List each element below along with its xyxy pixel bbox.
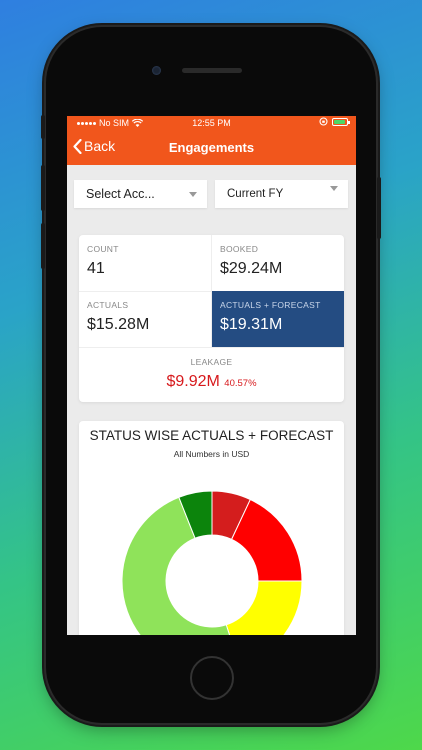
- earpiece-speaker: [182, 68, 242, 73]
- stat-booked[interactable]: BOOKED $29.24M: [212, 235, 344, 291]
- summary-card: COUNT 41 BOOKED $29.24M ACTUALS $15.28M …: [79, 235, 344, 402]
- stat-actuals-label: ACTUALS: [87, 300, 129, 310]
- app-screen: No SIM 12:55 PM Back Engagements Select …: [67, 116, 356, 635]
- volume-down-button: [41, 223, 45, 269]
- home-button[interactable]: [190, 656, 234, 700]
- stat-leakage[interactable]: LEAKAGE $9.92M 40.57%: [79, 357, 344, 391]
- power-button: [377, 177, 381, 239]
- stat-booked-value: $29.24M: [220, 260, 283, 277]
- orientation-lock-icon: [319, 117, 328, 126]
- donut-slice-3[interactable]: [225, 580, 303, 635]
- front-camera: [152, 66, 161, 75]
- status-chart-card: STATUS WISE ACTUALS + FORECAST All Numbe…: [79, 421, 344, 635]
- stat-leakage-percent: 40.57%: [224, 378, 257, 389]
- period-dropdown[interactable]: Current FY: [215, 180, 348, 208]
- stat-count-label: COUNT: [87, 244, 119, 254]
- account-dropdown[interactable]: Select Acc...: [74, 180, 207, 208]
- stat-actuals-value: $15.28M: [87, 316, 150, 333]
- stat-actuals-forecast[interactable]: ACTUALS + FORECAST $19.31M: [212, 291, 344, 347]
- phone-frame: No SIM 12:55 PM Back Engagements Select …: [41, 27, 381, 723]
- stat-actuals[interactable]: ACTUALS $15.28M: [79, 291, 211, 347]
- stat-leakage-value: $9.92M: [166, 373, 220, 390]
- mute-switch: [41, 115, 45, 139]
- nav-bar: Back Engagements: [67, 130, 356, 165]
- status-time: 12:55 PM: [192, 118, 231, 128]
- volume-up-button: [41, 165, 45, 211]
- stat-actuals-forecast-value: $19.31M: [220, 316, 283, 333]
- stat-booked-label: BOOKED: [220, 244, 259, 254]
- chevron-down-icon: [189, 191, 197, 197]
- stat-count-value: 41: [87, 260, 105, 277]
- stat-leakage-label: LEAKAGE: [190, 357, 233, 367]
- donut-chart: [121, 490, 303, 635]
- stat-count[interactable]: COUNT 41: [79, 235, 211, 291]
- page-title: Engagements: [168, 140, 255, 155]
- filter-bar: Select Acc... Current FY: [67, 165, 356, 224]
- status-bar: No SIM 12:55 PM: [67, 116, 356, 130]
- stat-actuals-forecast-label: ACTUALS + FORECAST: [220, 300, 321, 310]
- battery-icon: [332, 117, 350, 126]
- account-dropdown-value: Select Acc...: [86, 187, 155, 201]
- app-header: No SIM 12:55 PM Back Engagements: [67, 116, 356, 165]
- period-dropdown-value: Current FY: [227, 188, 284, 200]
- divider: [79, 347, 344, 348]
- chevron-down-icon: [330, 186, 338, 191]
